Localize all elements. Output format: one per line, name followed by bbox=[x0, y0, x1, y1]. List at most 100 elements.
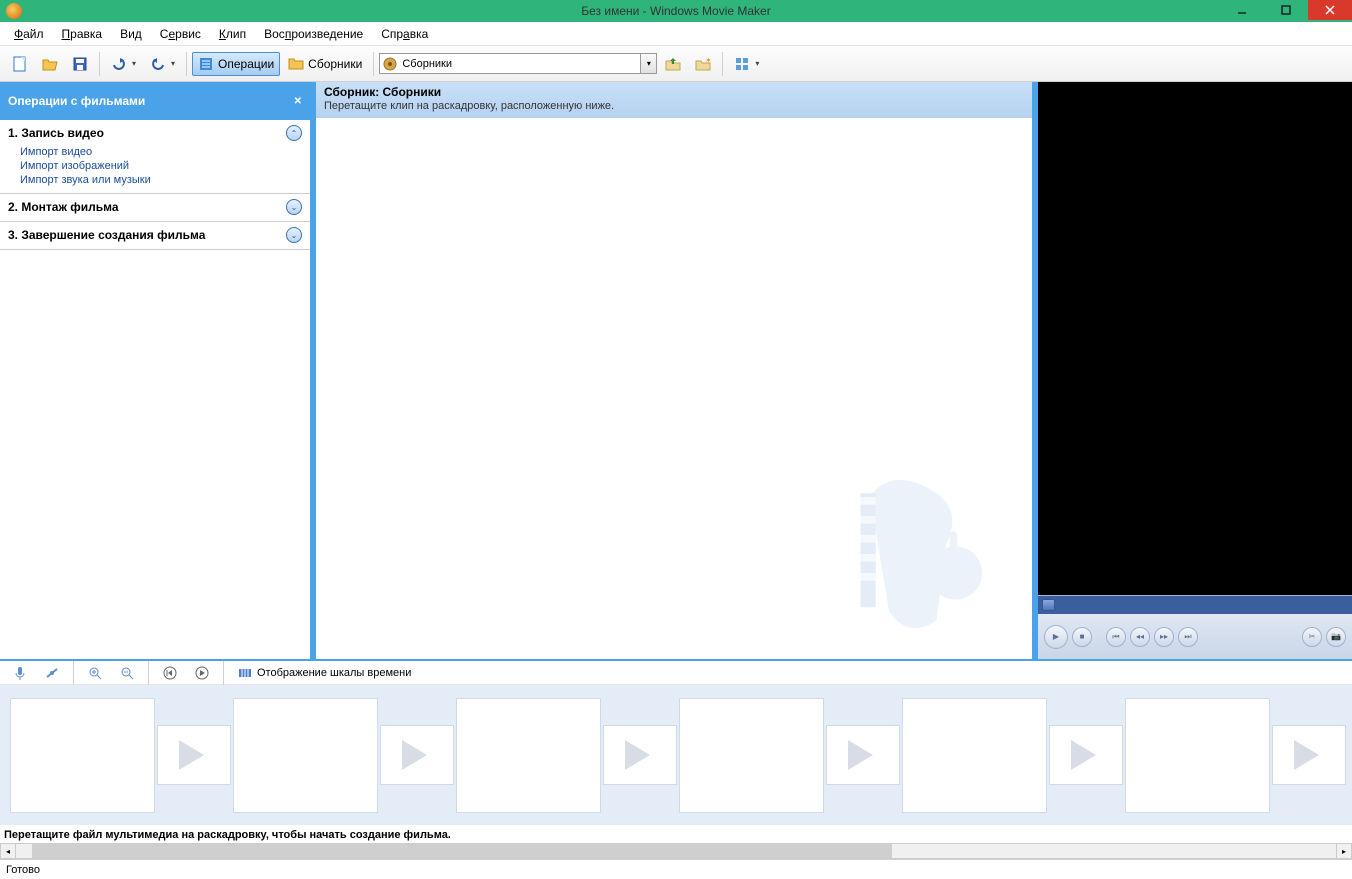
zoom-out-icon bbox=[119, 665, 135, 681]
snapshot-button[interactable]: 📷 bbox=[1326, 627, 1346, 647]
watermark-icon bbox=[832, 459, 1022, 649]
minimize-button[interactable] bbox=[1220, 0, 1264, 20]
collections-button[interactable]: Сборники bbox=[282, 52, 368, 76]
task-section-capture: 1. Запись видео ⌃ Импорт видео Импорт из… bbox=[0, 120, 310, 194]
microphone-icon bbox=[12, 665, 28, 681]
storyboard-hint: Перетащите файл мультимедиа на раскадров… bbox=[0, 825, 1352, 843]
scroll-thumb[interactable] bbox=[32, 844, 892, 858]
storyboard-slot[interactable] bbox=[10, 698, 155, 813]
set-audio-levels-button[interactable] bbox=[38, 661, 66, 685]
save-project-button[interactable] bbox=[66, 52, 94, 76]
timeline-icon bbox=[237, 665, 253, 681]
storyboard-strip[interactable] bbox=[0, 685, 1352, 825]
status-text: Готово bbox=[6, 864, 40, 876]
menu-file[interactable]: Файл bbox=[6, 25, 52, 43]
play-icon bbox=[194, 665, 210, 681]
window-title: Без имени - Windows Movie Maker bbox=[581, 4, 770, 18]
maximize-button[interactable] bbox=[1264, 0, 1308, 20]
rewind-button[interactable] bbox=[156, 661, 184, 685]
folder-icon bbox=[288, 56, 304, 72]
scroll-right-button[interactable]: ▸ bbox=[1336, 843, 1352, 859]
transition-slot[interactable] bbox=[603, 725, 677, 785]
folder-open-icon bbox=[42, 56, 58, 72]
transition-slot[interactable] bbox=[826, 725, 900, 785]
open-project-button[interactable] bbox=[36, 52, 64, 76]
scroll-track[interactable] bbox=[16, 843, 1336, 859]
stop-button[interactable]: ■ bbox=[1072, 627, 1092, 647]
storyboard-scrollbar[interactable]: ◂ ▸ bbox=[0, 843, 1352, 859]
menu-clip[interactable]: Клип bbox=[211, 25, 254, 43]
transition-slot[interactable] bbox=[1272, 725, 1346, 785]
transition-slot[interactable] bbox=[1049, 725, 1123, 785]
transition-slot[interactable] bbox=[157, 725, 231, 785]
split-button[interactable]: ✂ bbox=[1302, 627, 1322, 647]
redo-button[interactable]: ▾ bbox=[144, 52, 181, 76]
import-pictures-link[interactable]: Импорт изображений bbox=[8, 159, 302, 173]
next-clip-button[interactable]: ⏭ bbox=[1178, 627, 1198, 647]
play-button[interactable]: ▶ bbox=[1044, 625, 1068, 649]
collapse-icon[interactable]: ⌃ bbox=[286, 125, 302, 141]
task-section-edit: 2. Монтаж фильма ⌄ bbox=[0, 194, 310, 222]
up-level-button[interactable] bbox=[659, 52, 687, 76]
play-timeline-button[interactable] bbox=[188, 661, 216, 685]
task-pane-title: Операции с фильмами bbox=[8, 94, 145, 108]
preview-pane: ▶ ■ ⏮ ◂◂ ▸▸ ⏭ ✂ 📷 bbox=[1038, 82, 1352, 659]
seek-handle-icon[interactable] bbox=[1042, 599, 1055, 611]
view-button[interactable]: ▾ bbox=[728, 52, 765, 76]
task-pane-header: Операции с фильмами ✕ bbox=[0, 82, 310, 120]
tasks-button[interactable]: Операции bbox=[192, 52, 280, 76]
collections-label: Сборники bbox=[308, 57, 362, 71]
zoom-in-icon bbox=[87, 665, 103, 681]
new-folder-button[interactable]: ✶ bbox=[689, 52, 717, 76]
status-bar: Готово bbox=[0, 859, 1352, 879]
zoom-out-button[interactable] bbox=[113, 661, 141, 685]
toggle-timeline-label: Отображение шкалы времени bbox=[257, 667, 411, 679]
import-video-link[interactable]: Импорт видео bbox=[8, 145, 302, 159]
collection-title: Сборник: Сборники bbox=[324, 85, 1024, 99]
transition-slot[interactable] bbox=[380, 725, 454, 785]
storyboard-slot[interactable] bbox=[233, 698, 378, 813]
storyboard-slot[interactable] bbox=[456, 698, 601, 813]
expand-icon[interactable]: ⌄ bbox=[286, 227, 302, 243]
prev-frame-button[interactable]: ◂◂ bbox=[1130, 627, 1150, 647]
task-pane: Операции с фильмами ✕ 1. Запись видео ⌃ … bbox=[0, 82, 310, 659]
save-icon bbox=[72, 56, 88, 72]
menu-play[interactable]: Воспроизведение bbox=[256, 25, 371, 43]
folder-up-icon bbox=[665, 56, 681, 72]
menu-help[interactable]: Справка bbox=[373, 25, 436, 43]
close-button[interactable] bbox=[1308, 0, 1352, 20]
thumbnails-icon bbox=[734, 56, 750, 72]
menu-tools[interactable]: Сервис bbox=[152, 25, 209, 43]
new-project-button[interactable] bbox=[6, 52, 34, 76]
menu-view[interactable]: Вид bbox=[112, 25, 150, 43]
prev-clip-button[interactable]: ⏮ bbox=[1106, 627, 1126, 647]
expand-icon[interactable]: ⌄ bbox=[286, 199, 302, 215]
storyboard-slot[interactable] bbox=[1125, 698, 1270, 813]
audio-levels-icon bbox=[44, 665, 60, 681]
collection-subtitle: Перетащите клип на раскадровку, располож… bbox=[324, 100, 1024, 112]
import-audio-link[interactable]: Импорт звука или музыки bbox=[8, 173, 302, 187]
collection-combo[interactable]: Сборники ▾ bbox=[379, 53, 657, 74]
timeline-toolbar: Отображение шкалы времени bbox=[0, 661, 1352, 685]
task-section-header-1[interactable]: 1. Запись видео ⌃ bbox=[8, 125, 302, 141]
title-bar: Без имени - Windows Movie Maker bbox=[0, 0, 1352, 22]
task-pane-close-button[interactable]: ✕ bbox=[294, 96, 302, 107]
tasks-icon bbox=[198, 56, 214, 72]
tasks-label: Операции bbox=[218, 57, 274, 71]
next-frame-button[interactable]: ▸▸ bbox=[1154, 627, 1174, 647]
redo-icon bbox=[150, 56, 166, 72]
set-narration-button[interactable] bbox=[6, 661, 34, 685]
combo-dropdown-button[interactable]: ▾ bbox=[640, 54, 656, 73]
task-section-header-2[interactable]: 2. Монтаж фильма ⌄ bbox=[8, 199, 302, 215]
scroll-left-button[interactable]: ◂ bbox=[0, 843, 16, 859]
undo-button[interactable]: ▾ bbox=[105, 52, 142, 76]
seek-bar[interactable] bbox=[1038, 596, 1352, 614]
task-section-header-3[interactable]: 3. Завершение создания фильма ⌄ bbox=[8, 227, 302, 243]
menu-edit[interactable]: Правка bbox=[54, 25, 111, 43]
svg-text:✶: ✶ bbox=[705, 57, 711, 65]
storyboard-slot[interactable] bbox=[902, 698, 1047, 813]
storyboard-slot[interactable] bbox=[679, 698, 824, 813]
zoom-in-button[interactable] bbox=[81, 661, 109, 685]
preview-controls: ▶ ■ ⏮ ◂◂ ▸▸ ⏭ ✂ 📷 bbox=[1038, 595, 1352, 659]
toggle-timeline-button[interactable]: Отображение шкалы времени bbox=[231, 661, 417, 685]
